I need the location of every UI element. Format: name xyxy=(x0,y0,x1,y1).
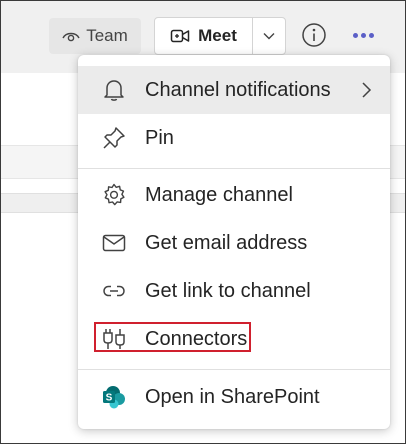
menu-item-label: Get link to channel xyxy=(145,279,311,302)
menu-item-get-email-address[interactable]: Get email address xyxy=(78,219,390,267)
menu-item-channel-notifications[interactable]: Channel notifications xyxy=(78,66,390,114)
link-icon xyxy=(100,277,128,305)
more-options-button[interactable] xyxy=(346,25,380,45)
menu-item-open-in-sharepoint[interactable]: S Open in SharePoint xyxy=(78,373,390,421)
menu-item-label: Channel notifications xyxy=(145,78,331,101)
more-dot-icon xyxy=(352,32,358,38)
pin-icon xyxy=(100,124,128,152)
svg-text:S: S xyxy=(106,393,113,404)
more-dot-icon xyxy=(360,32,366,38)
menu-item-manage-channel[interactable]: Manage channel xyxy=(78,171,390,219)
chevron-right-icon xyxy=(362,82,372,98)
chevron-down-icon xyxy=(263,33,275,40)
video-camera-icon xyxy=(170,29,190,43)
info-icon xyxy=(302,23,326,47)
bell-icon xyxy=(100,76,128,104)
menu-item-label: Get email address xyxy=(145,231,308,254)
more-dot-icon xyxy=(368,32,374,38)
mail-icon xyxy=(100,229,128,257)
menu-item-get-link-to-channel[interactable]: Get link to channel xyxy=(78,267,390,315)
meet-split-button: Meet xyxy=(154,17,286,55)
menu-divider xyxy=(78,369,390,370)
app-window: Team Meet Channel notifications Pin Mana… xyxy=(0,0,406,444)
menu-item-label: Manage channel xyxy=(145,183,293,206)
menu-divider xyxy=(78,168,390,169)
menu-item-pin[interactable]: Pin xyxy=(78,114,390,162)
highlight-box xyxy=(94,322,251,352)
eye-icon xyxy=(62,32,80,42)
meet-options-button[interactable] xyxy=(253,18,285,54)
meet-button[interactable]: Meet xyxy=(155,18,253,54)
gear-icon xyxy=(100,181,128,209)
menu-item-label: Pin xyxy=(145,126,174,149)
channel-info-button[interactable] xyxy=(301,22,327,48)
menu-item-label: Open in SharePoint xyxy=(145,385,320,408)
channel-options-menu: Channel notifications Pin Manage channel… xyxy=(78,55,390,429)
meet-button-label: Meet xyxy=(198,26,237,45)
team-button-label: Team xyxy=(86,26,128,45)
team-button[interactable]: Team xyxy=(49,18,141,54)
sharepoint-icon: S xyxy=(100,383,128,411)
